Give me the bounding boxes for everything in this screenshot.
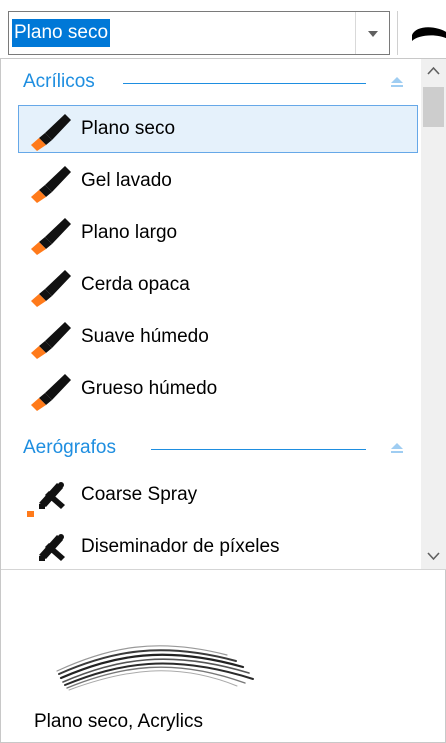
scroll-down-icon[interactable] <box>421 543 446 569</box>
brush-description: Plano seco, Acrylics <box>34 711 203 732</box>
brush-item-label: Diseminador de píxeles <box>81 536 280 557</box>
group-header-airbrushes[interactable]: Aerógrafos <box>23 435 413 465</box>
brush-stroke-preview <box>56 645 254 691</box>
brush-item-suave-humedo[interactable]: Suave húmedo <box>18 313 418 361</box>
group-title: Aerógrafos <box>23 437 116 458</box>
airbrush-icon <box>39 534 65 561</box>
brush-item-coarse-spray[interactable]: Coarse Spray <box>18 471 418 519</box>
brush-item-label: Coarse Spray <box>81 484 198 505</box>
brush-item-plano-seco[interactable]: Plano seco <box>18 105 418 153</box>
brush-item-plano-largo[interactable]: Plano largo <box>18 209 418 257</box>
brush-item-grueso-humedo[interactable]: Grueso húmedo <box>18 365 418 413</box>
toolbar-separator <box>397 11 398 55</box>
brush-item-label: Suave húmedo <box>81 326 209 347</box>
acrylic-brush-icon <box>31 374 71 411</box>
scroll-up-icon[interactable] <box>421 59 446 85</box>
brush-item-cerda-opaca[interactable]: Cerda opaca <box>18 261 418 309</box>
brush-tool-icon[interactable] <box>410 23 446 43</box>
brush-item-label: Plano largo <box>81 222 178 243</box>
list-scrollbar[interactable] <box>421 59 446 569</box>
combo-dropdown-button[interactable] <box>355 12 389 54</box>
acrylic-brush-icon <box>31 270 71 307</box>
brush-item-label: Grueso húmedo <box>81 378 218 399</box>
collapse-up-icon[interactable] <box>390 441 404 455</box>
brush-combo-box[interactable]: Plano seco <box>8 11 390 55</box>
acrylic-brush-icon <box>31 166 71 203</box>
group-title: Acrílicos <box>23 71 95 92</box>
group-divider-line <box>123 83 366 84</box>
brush-item-diseminador-de-pixeles[interactable]: Diseminador de píxeles <box>18 523 418 569</box>
brush-list: Acrílicos Plano seco Gel lavado Plano la… <box>1 59 420 569</box>
brush-item-label: Gel lavado <box>81 170 172 191</box>
brush-item-label: Cerda opaca <box>81 274 190 295</box>
combo-selected-value[interactable]: Plano seco <box>12 19 111 47</box>
acrylic-brush-icon <box>31 218 71 255</box>
collapse-up-icon[interactable] <box>390 75 404 89</box>
scrollbar-thumb[interactable] <box>423 87 444 127</box>
acrylic-brush-icon <box>31 322 71 359</box>
brush-item-label: Plano seco <box>81 118 176 139</box>
preview-divider <box>1 569 446 570</box>
acrylic-brush-icon <box>31 114 71 151</box>
brush-item-gel-lavado[interactable]: Gel lavado <box>18 157 418 205</box>
group-divider-line <box>151 449 366 450</box>
group-header-acrylics[interactable]: Acrílicos <box>23 69 413 99</box>
brush-dropdown-panel: Acrílicos Plano seco Gel lavado Plano la… <box>0 58 446 743</box>
airbrush-icon <box>27 482 65 517</box>
